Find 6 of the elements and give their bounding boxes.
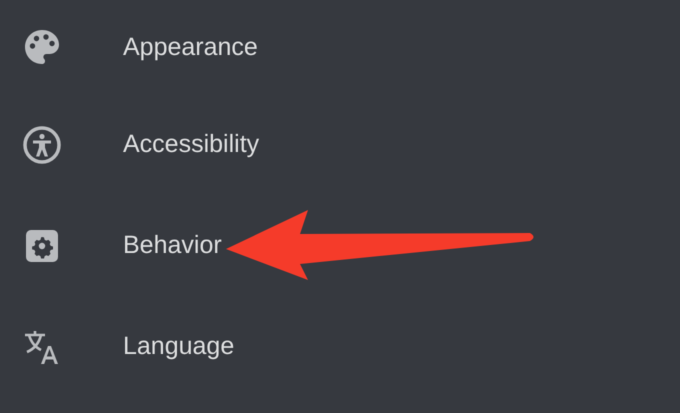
settings-item[interactable]: Behavior <box>123 231 222 260</box>
settings-item[interactable]: Language <box>123 332 234 361</box>
palette-icon <box>22 27 62 67</box>
accessibility-icon <box>22 124 62 164</box>
settings-item[interactable]: Accessibility <box>123 130 260 159</box>
settings-item[interactable]: Appearance <box>123 32 258 62</box>
